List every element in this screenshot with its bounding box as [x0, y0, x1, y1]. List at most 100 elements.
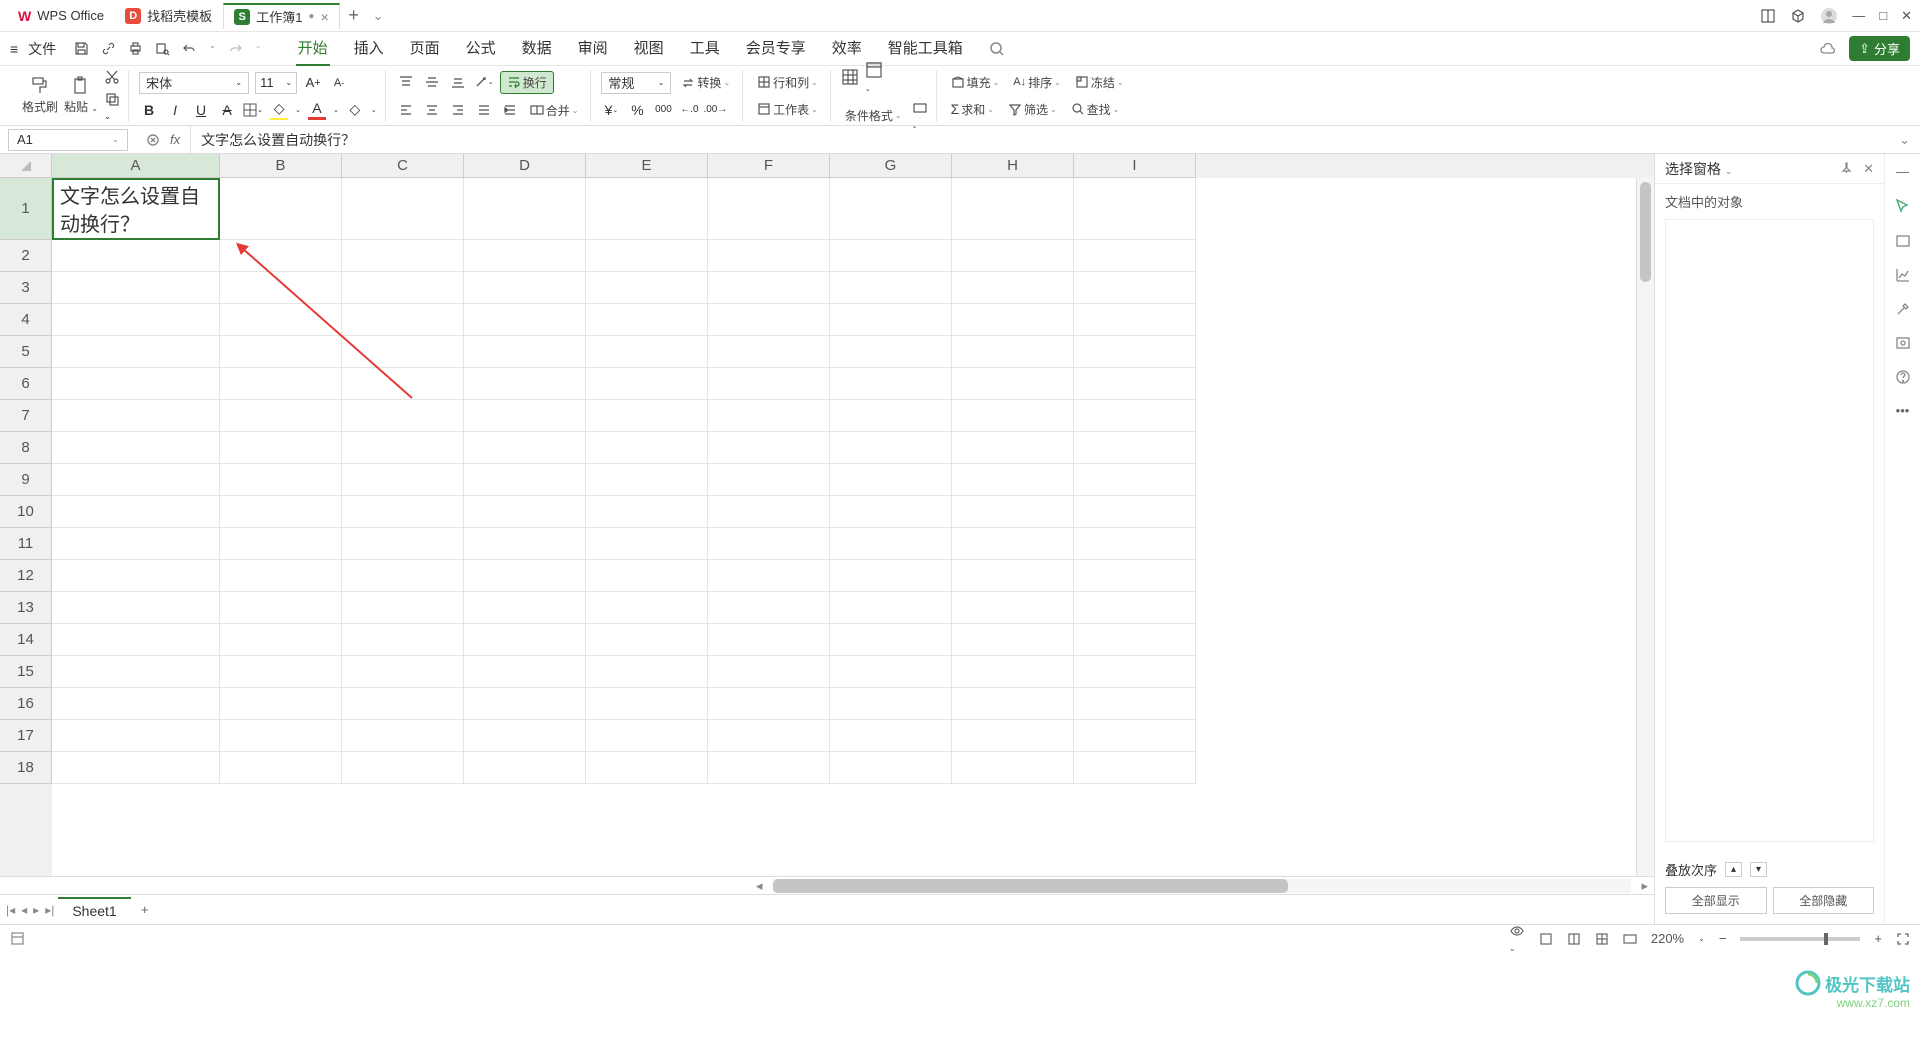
cell-E16[interactable] — [586, 688, 708, 720]
save-icon[interactable] — [74, 41, 89, 56]
cell-G7[interactable] — [830, 400, 952, 432]
cell-F16[interactable] — [708, 688, 830, 720]
cell-D16[interactable] — [464, 688, 586, 720]
col-header-G[interactable]: G — [830, 154, 952, 178]
cell-F18[interactable] — [708, 752, 830, 784]
menu-tab-数据[interactable]: 数据 — [520, 31, 554, 66]
move-up-icon[interactable]: ▴ — [1725, 862, 1742, 877]
share-button[interactable]: ⇪分享 — [1849, 36, 1910, 61]
collapse-rail-icon[interactable]: — — [1896, 164, 1909, 179]
cell-E3[interactable] — [586, 272, 708, 304]
cell-B18[interactable] — [220, 752, 342, 784]
cell-D17[interactable] — [464, 720, 586, 752]
cell-E14[interactable] — [586, 624, 708, 656]
italic-icon[interactable]: I — [165, 100, 185, 120]
filter[interactable]: 筛选⌄ — [1004, 99, 1061, 120]
cell-H16[interactable] — [952, 688, 1074, 720]
cell-I4[interactable] — [1074, 304, 1196, 336]
align-top-icon[interactable] — [396, 72, 416, 92]
cell-H17[interactable] — [952, 720, 1074, 752]
menu-tab-开始[interactable]: 开始 — [296, 31, 330, 66]
size-select[interactable]: 11⌄ — [255, 72, 297, 94]
find[interactable]: 查找⌄ — [1067, 99, 1124, 120]
format-painter[interactable]: 格式刷 — [22, 76, 58, 115]
cond-format[interactable]: 条件格式⌄ — [841, 105, 906, 126]
expand-formula-icon[interactable]: ⌄ — [1889, 132, 1920, 148]
pin-icon[interactable] — [1840, 161, 1853, 177]
cell-B4[interactable] — [220, 304, 342, 336]
cell-E12[interactable] — [586, 560, 708, 592]
cell-A9[interactable] — [52, 464, 220, 496]
fullscreen-icon[interactable] — [1896, 932, 1910, 946]
tab-wps-office[interactable]: WWPS Office — [8, 3, 114, 29]
cell-D15[interactable] — [464, 656, 586, 688]
cell-I1[interactable] — [1074, 178, 1196, 240]
select-all-corner[interactable] — [0, 154, 52, 178]
move-down-icon[interactable]: ▾ — [1750, 862, 1767, 877]
cell-H13[interactable] — [952, 592, 1074, 624]
table-style-icon[interactable]: ⌄ — [865, 61, 883, 94]
cell-A8[interactable] — [52, 432, 220, 464]
cell-F5[interactable] — [708, 336, 830, 368]
fill[interactable]: 填充⌄ — [947, 72, 1004, 93]
cell-A7[interactable] — [52, 400, 220, 432]
cell-A6[interactable] — [52, 368, 220, 400]
cell-D4[interactable] — [464, 304, 586, 336]
cell-I7[interactable] — [1074, 400, 1196, 432]
cell-F10[interactable] — [708, 496, 830, 528]
cell-I16[interactable] — [1074, 688, 1196, 720]
cell-G17[interactable] — [830, 720, 952, 752]
border-icon[interactable]: ⌄ — [243, 100, 263, 120]
cell-G9[interactable] — [830, 464, 952, 496]
cell-B6[interactable] — [220, 368, 342, 400]
sort[interactable]: A↓排序⌄ — [1009, 72, 1065, 93]
freeze[interactable]: 冻结⌄ — [1071, 72, 1128, 93]
cell-B10[interactable] — [220, 496, 342, 528]
cell-B15[interactable] — [220, 656, 342, 688]
help-icon[interactable] — [1895, 369, 1911, 385]
cell-I2[interactable] — [1074, 240, 1196, 272]
minimize-button[interactable]: — — [1852, 8, 1865, 23]
close-pane-icon[interactable]: ✕ — [1863, 161, 1874, 177]
row-header-18[interactable]: 18 — [0, 752, 52, 784]
font-select[interactable]: 宋体⌄ — [139, 72, 249, 94]
align-middle-icon[interactable] — [422, 72, 442, 92]
row-header-6[interactable]: 6 — [0, 368, 52, 400]
scroll-thumb[interactable] — [1640, 182, 1651, 282]
cell-E6[interactable] — [586, 368, 708, 400]
row-header-2[interactable]: 2 — [0, 240, 52, 272]
scroll-right-icon[interactable]: ▸ — [1635, 878, 1654, 894]
cell-G14[interactable] — [830, 624, 952, 656]
cell-I14[interactable] — [1074, 624, 1196, 656]
hamburger-icon[interactable]: ≡ — [10, 41, 18, 57]
bold-icon[interactable]: B — [139, 100, 159, 120]
percent-icon[interactable]: % — [627, 100, 647, 120]
cell-H15[interactable] — [952, 656, 1074, 688]
col-header-H[interactable]: H — [952, 154, 1074, 178]
justify-icon[interactable] — [474, 100, 494, 120]
cell-G8[interactable] — [830, 432, 952, 464]
col-header-D[interactable]: D — [464, 154, 586, 178]
cell-style-icon[interactable]: ⌄ — [912, 100, 928, 131]
cell-C10[interactable] — [342, 496, 464, 528]
cell-F4[interactable] — [708, 304, 830, 336]
cell-C3[interactable] — [342, 272, 464, 304]
cell-C18[interactable] — [342, 752, 464, 784]
cell-F7[interactable] — [708, 400, 830, 432]
cell-G18[interactable] — [830, 752, 952, 784]
cell-B16[interactable] — [220, 688, 342, 720]
row-header-4[interactable]: 4 — [0, 304, 52, 336]
cell-F15[interactable] — [708, 656, 830, 688]
cell-E17[interactable] — [586, 720, 708, 752]
cell-D8[interactable] — [464, 432, 586, 464]
print-icon[interactable] — [128, 41, 143, 56]
cell-H5[interactable] — [952, 336, 1074, 368]
align-center-icon[interactable] — [422, 100, 442, 120]
cell-C11[interactable] — [342, 528, 464, 560]
tab-workbook[interactable]: S工作簿1●× — [223, 3, 339, 29]
reading-icon[interactable] — [1623, 932, 1637, 946]
cell-E8[interactable] — [586, 432, 708, 464]
cell-H14[interactable] — [952, 624, 1074, 656]
tab-template[interactable]: D找稻壳模板 — [115, 3, 222, 29]
row-header-9[interactable]: 9 — [0, 464, 52, 496]
